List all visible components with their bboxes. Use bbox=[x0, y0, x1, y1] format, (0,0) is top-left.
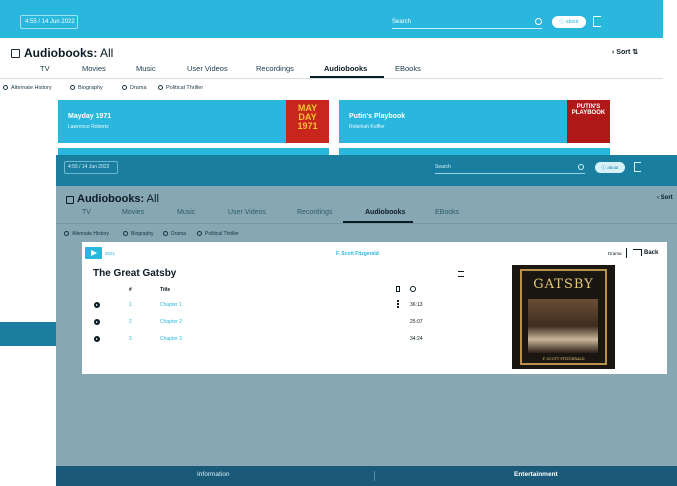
page-title: Audiobooks: All bbox=[24, 46, 114, 60]
tab-movies[interactable]: Movies bbox=[122, 209, 144, 216]
tab-recordings[interactable]: Recordings bbox=[256, 64, 294, 73]
filter-drama[interactable]: Drama bbox=[122, 85, 147, 91]
bookmark-icon bbox=[396, 286, 400, 292]
divider bbox=[56, 223, 677, 224]
card-title: Mayday 1971 bbox=[68, 113, 112, 120]
exit-icon[interactable] bbox=[634, 162, 641, 172]
tab-music[interactable]: Music bbox=[136, 64, 156, 73]
author-link[interactable]: F. Scott Fitzgerald bbox=[336, 251, 379, 257]
chapter-title[interactable]: Chapter 2 bbox=[160, 319, 182, 325]
filter-political-thriller[interactable]: Political Thriller bbox=[158, 85, 203, 91]
divider bbox=[374, 471, 375, 481]
queue-icon[interactable] bbox=[458, 271, 464, 277]
book-cover-image: GATSBY F. SCOTT FITZGERALD bbox=[512, 265, 615, 369]
play-icon[interactable] bbox=[94, 319, 100, 325]
card-title: Putin's Playbook bbox=[349, 113, 406, 120]
search-icon[interactable] bbox=[535, 18, 542, 25]
audiobook-card[interactable]: Mayday 1971 Lawrence Roberts MAY DAY 197… bbox=[58, 100, 329, 143]
tab-music[interactable]: Music bbox=[177, 209, 195, 216]
chapter-title[interactable]: Chapter 1 bbox=[160, 302, 182, 308]
more-icon[interactable] bbox=[397, 300, 399, 309]
column-header-title: Title bbox=[160, 287, 171, 293]
divider bbox=[626, 248, 627, 258]
cover-subtitle: F. SCOTT FITZGERALD bbox=[542, 357, 585, 361]
chapter-title[interactable]: Chapter 3 bbox=[160, 336, 182, 342]
tab-audiobooks[interactable]: Audiobooks bbox=[324, 64, 367, 73]
chapter-number: 2 bbox=[129, 319, 132, 325]
library-icon bbox=[66, 196, 74, 204]
sort-button[interactable]: ‹ Sort bbox=[657, 195, 673, 201]
footer-entertainment[interactable]: Entertainment bbox=[514, 471, 558, 478]
tab-ebooks[interactable]: EBooks bbox=[435, 209, 459, 216]
tab-tv[interactable]: TV bbox=[82, 209, 91, 216]
chapter-number: 3 bbox=[129, 336, 132, 342]
tab-recordings[interactable]: Recordings bbox=[297, 209, 332, 216]
card-author: Rebekah Koffler bbox=[349, 124, 385, 130]
chapter-number: 1 bbox=[129, 302, 132, 308]
cover-artwork bbox=[528, 299, 598, 353]
back-icon[interactable] bbox=[633, 249, 642, 256]
play-icon[interactable] bbox=[94, 336, 100, 342]
tab-tv[interactable]: TV bbox=[40, 64, 50, 73]
tab-user-videos[interactable]: User Videos bbox=[187, 64, 228, 73]
search-input[interactable]: Search bbox=[435, 161, 585, 174]
datetime-display: 4:55 / 14 Jun 2022 bbox=[20, 15, 78, 29]
library-icon bbox=[11, 49, 20, 58]
filter-alternate-history[interactable]: Alternate History bbox=[64, 231, 109, 237]
sort-button[interactable]: ‹ Sort ⇅ bbox=[612, 48, 638, 56]
tab-user-videos[interactable]: User Videos bbox=[228, 209, 266, 216]
play-icon[interactable] bbox=[85, 247, 102, 259]
play-icon[interactable] bbox=[94, 302, 100, 308]
book-title: The Great Gatsby bbox=[93, 268, 177, 279]
filter-political-thriller[interactable]: Political Thriller bbox=[197, 231, 239, 237]
table-row[interactable]: 1 Chapter 1 36:13 bbox=[82, 299, 502, 313]
filter-drama[interactable]: Drama bbox=[163, 231, 186, 237]
side-bar-fragment bbox=[0, 322, 56, 346]
tab-audiobooks[interactable]: Audiobooks bbox=[365, 209, 405, 216]
divider bbox=[0, 78, 663, 79]
datetime-display: 4:55 / 14 Jun 2022 bbox=[64, 161, 118, 174]
genre-label: Drama bbox=[608, 251, 622, 256]
clock-icon bbox=[410, 286, 416, 292]
foreground-screen: 4:55 / 14 Jun 2022 Search ⓘ about Audiob… bbox=[56, 155, 677, 486]
table-row[interactable]: 2 Chapter 2 25:07 bbox=[82, 316, 502, 330]
cover-title: GATSBY bbox=[533, 277, 594, 292]
card-author: Lawrence Roberts bbox=[68, 124, 109, 130]
table-row[interactable]: 3 Chapter 3 34:24 bbox=[82, 333, 502, 347]
chapter-duration: 25:07 bbox=[410, 319, 423, 325]
footer-information[interactable]: Information bbox=[197, 471, 230, 478]
cover-image: MAY DAY 1971 bbox=[286, 100, 329, 143]
page-title: Audiobooks: All bbox=[77, 193, 159, 205]
audiobook-card[interactable]: Putin's Playbook Rebekah Koffler PUTIN'S… bbox=[339, 100, 610, 143]
back-button[interactable]: Back bbox=[644, 250, 658, 256]
about-button[interactable]: ⓘ about bbox=[595, 162, 625, 173]
footer-bar: Information Entertainment bbox=[56, 466, 677, 486]
release-year: 2021 bbox=[105, 251, 116, 256]
audiobook-detail-card: 2021 F. Scott Fitzgerald Drama Back The … bbox=[82, 242, 667, 374]
filter-alternate-history[interactable]: Alternate History bbox=[3, 85, 52, 91]
search-input[interactable]: Search bbox=[392, 15, 542, 29]
filter-biography[interactable]: Biography bbox=[123, 231, 154, 237]
cover-image: PUTIN'S PLAYBOOK bbox=[567, 100, 610, 143]
column-header-number: # bbox=[129, 287, 132, 293]
filter-biography[interactable]: Biography bbox=[70, 85, 103, 91]
tab-movies[interactable]: Movies bbox=[82, 64, 106, 73]
exit-icon[interactable] bbox=[593, 16, 601, 27]
chapter-duration: 34:24 bbox=[410, 336, 423, 342]
search-icon[interactable] bbox=[578, 164, 584, 170]
tab-ebooks[interactable]: EBooks bbox=[395, 64, 421, 73]
about-button[interactable]: ⓘ about bbox=[552, 16, 586, 28]
chapter-duration: 36:13 bbox=[410, 302, 423, 308]
